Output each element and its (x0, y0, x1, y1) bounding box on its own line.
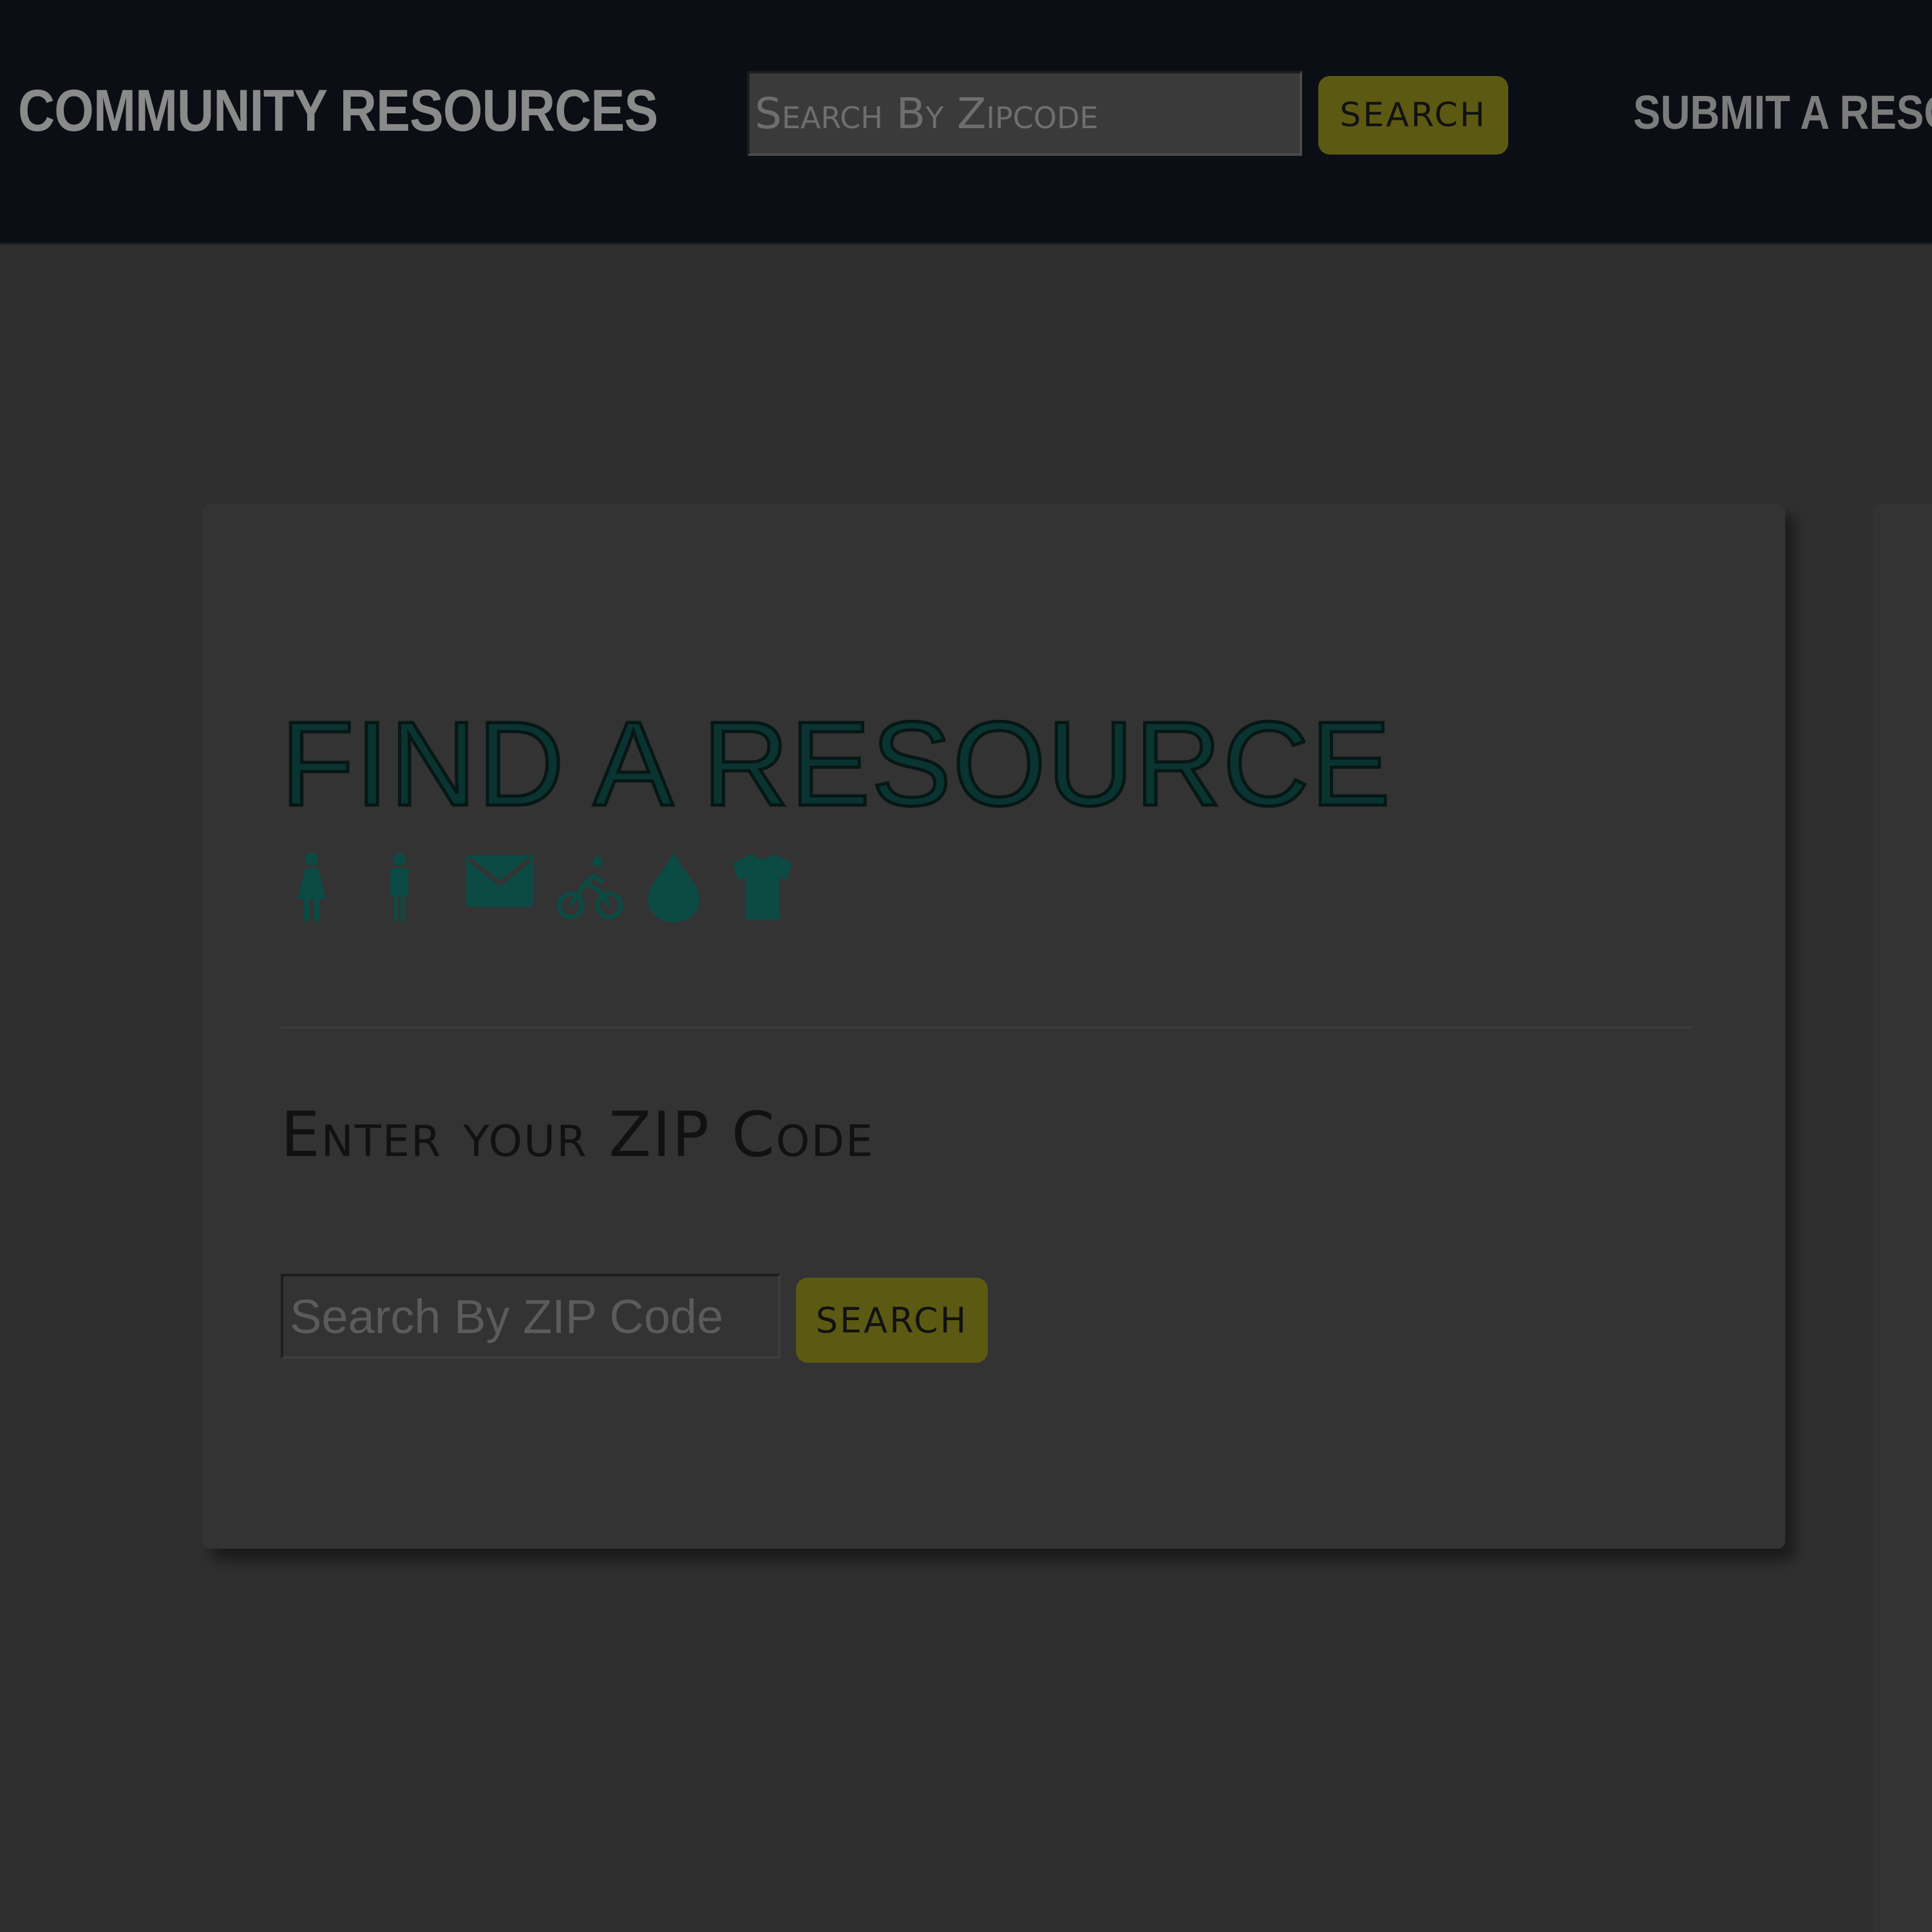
header-search-button[interactable]: SEARCH (1318, 76, 1508, 155)
water-drop-icon (647, 851, 701, 922)
adjacent-card-edge (1873, 504, 1932, 1932)
header-zipcode-search-input[interactable] (747, 71, 1302, 156)
mail-icon (466, 855, 533, 907)
resource-icon-row (279, 851, 859, 922)
page: COMMUNITY RESOURCES SEARCH SUBMIT A RESO… (0, 0, 1932, 1932)
t-shirt-icon (733, 851, 792, 922)
card-title: FIND A RESOURCE (279, 696, 1392, 833)
site-brand[interactable]: COMMUNITY RESOURCES (18, 76, 658, 146)
bicycle-icon (556, 851, 623, 922)
top-navigation-bar: COMMUNITY RESOURCES SEARCH SUBMIT A RESO (0, 0, 1932, 245)
zip-code-label: Enter your ZIP Code (281, 1099, 875, 1171)
card-divider (281, 1027, 1694, 1028)
female-restroom-icon (292, 851, 331, 922)
submit-resource-link[interactable]: SUBMIT A RESO (1633, 84, 1932, 142)
zip-code-search-input[interactable] (281, 1274, 781, 1359)
male-restroom-icon (381, 851, 417, 922)
zip-search-button[interactable]: SEARCH (796, 1278, 988, 1363)
find-resource-card: FIND A RESOURCE Enter your ZIP Code Sear… (202, 504, 1785, 1549)
